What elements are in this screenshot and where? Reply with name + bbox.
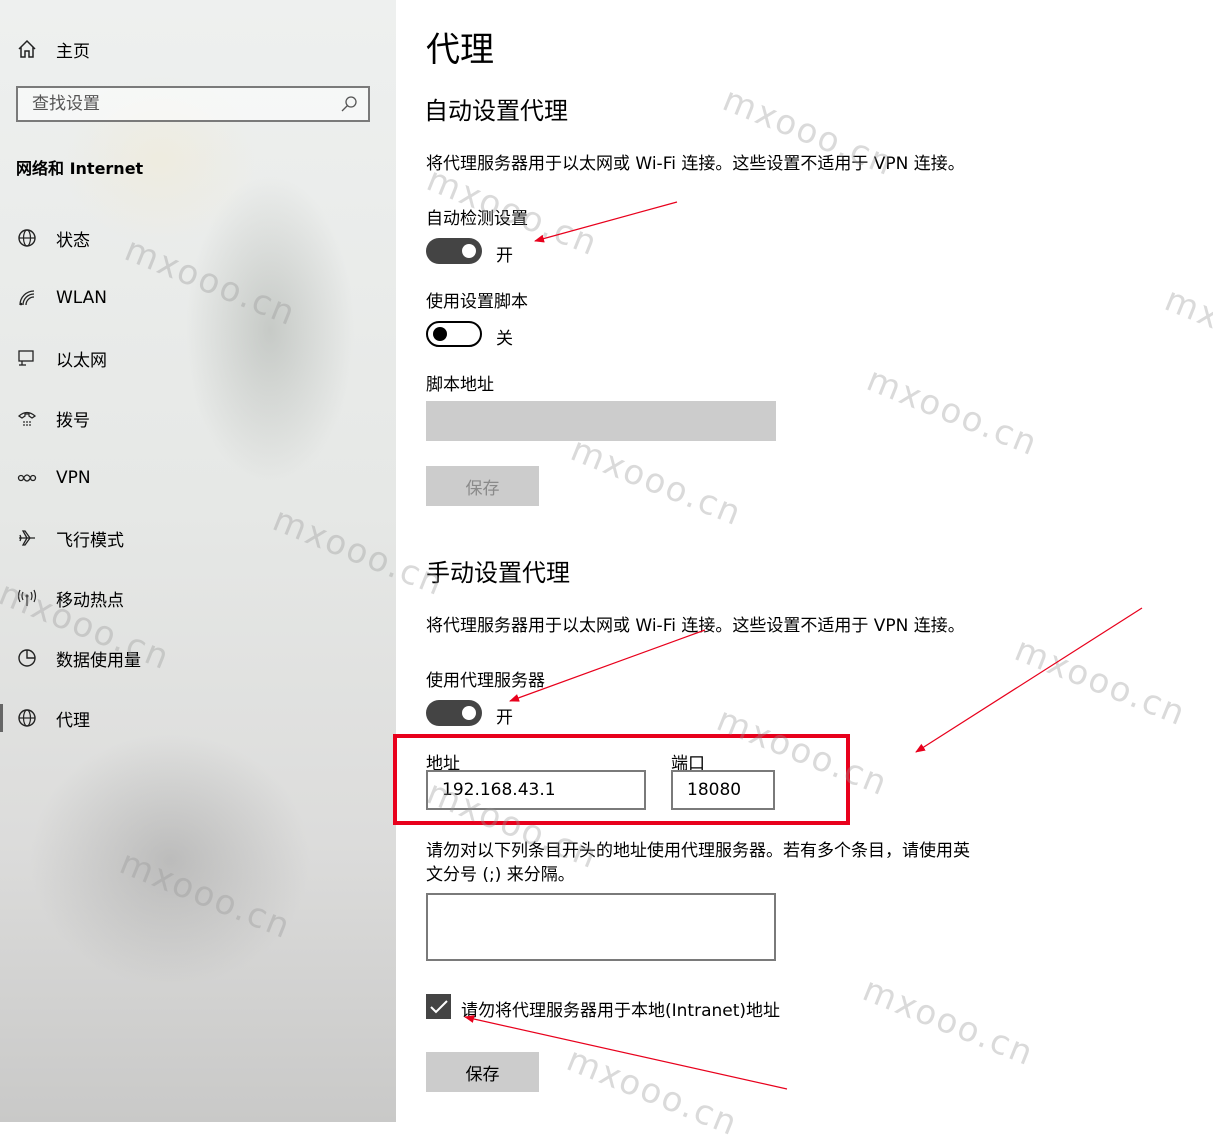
main-content: 代理 自动设置代理 将代理服务器用于以太网或 Wi-Fi 连接。这些设置不适用于… — [393, 0, 1213, 1122]
status-globe-icon — [16, 227, 38, 249]
sidebar-item-airplane[interactable]: 飞行模式 — [0, 518, 396, 558]
setup-script-label: 使用设置脚本 — [426, 292, 528, 312]
exceptions-description-line2: 文分号 (;) 来分隔。 — [426, 865, 575, 885]
home-label: 主页 — [56, 41, 90, 62]
script-address-input[interactable] — [426, 401, 776, 441]
sidebar-item-data-usage[interactable]: 数据使用量 — [0, 638, 396, 678]
sidebar-section-title: 网络和 Internet — [16, 159, 144, 178]
sidebar-item-label: 移动热点 — [56, 590, 124, 611]
sidebar-item-label: 数据使用量 — [56, 650, 141, 671]
exceptions-textarea[interactable] — [426, 893, 776, 961]
wifi-icon — [16, 287, 38, 309]
bypass-local-checkbox[interactable] — [426, 994, 451, 1019]
script-address-label: 脚本地址 — [426, 375, 494, 395]
sidebar-item-label: 以太网 — [56, 350, 107, 371]
sidebar-item-label: 飞行模式 — [56, 530, 124, 551]
auto-detect-state: 开 — [496, 246, 513, 266]
sidebar-item-label: 拨号 — [56, 410, 90, 431]
vpn-icon — [16, 467, 38, 489]
page-title: 代理 — [426, 30, 494, 70]
auto-save-button[interactable]: 保存 — [426, 466, 539, 506]
sidebar-item-label: WLAN — [56, 288, 108, 308]
sidebar: 主页 网络和 Internet 状态 WLAN 以太网 拨号 — [0, 0, 396, 1122]
search-input[interactable] — [18, 88, 332, 120]
sidebar-item-vpn[interactable]: VPN — [0, 458, 396, 498]
sidebar-item-hotspot[interactable]: 移动热点 — [0, 578, 396, 618]
sidebar-item-label: 状态 — [56, 230, 90, 251]
setup-script-state: 关 — [496, 329, 513, 349]
sidebar-item-ethernet[interactable]: 以太网 — [0, 338, 396, 378]
checkmark-icon — [429, 999, 448, 1013]
manual-proxy-heading: 手动设置代理 — [426, 559, 570, 587]
use-proxy-label: 使用代理服务器 — [426, 671, 545, 691]
ethernet-icon — [16, 347, 38, 369]
annotation-highlight-box — [393, 734, 850, 825]
home-icon — [16, 38, 38, 60]
globe-icon — [16, 707, 38, 729]
toggle-knob — [462, 706, 476, 720]
setup-script-toggle[interactable] — [426, 321, 482, 347]
search-box[interactable] — [16, 86, 370, 122]
sidebar-item-proxy[interactable]: 代理 — [0, 698, 396, 738]
nav-home[interactable]: 主页 — [16, 36, 90, 62]
sidebar-item-status[interactable]: 状态 — [0, 218, 396, 258]
toggle-knob — [462, 244, 476, 258]
exceptions-description-line1: 请勿对以下列条目开头的地址使用代理服务器。若有多个条目，请使用英 — [426, 841, 970, 861]
bypass-local-label: 请勿将代理服务器用于本地(Intranet)地址 — [461, 1001, 781, 1021]
data-usage-icon — [16, 647, 38, 669]
auto-proxy-description: 将代理服务器用于以太网或 Wi-Fi 连接。这些设置不适用于 VPN 连接。 — [426, 154, 965, 174]
use-proxy-state: 开 — [496, 708, 513, 728]
dialup-icon — [16, 407, 38, 429]
hotspot-icon — [16, 587, 38, 609]
auto-detect-toggle[interactable] — [426, 238, 482, 264]
sidebar-item-dialup[interactable]: 拨号 — [0, 398, 396, 438]
sidebar-item-label: 代理 — [56, 710, 90, 731]
auto-detect-label: 自动检测设置 — [426, 209, 528, 229]
sidebar-item-wlan[interactable]: WLAN — [0, 278, 396, 318]
search-icon[interactable] — [340, 95, 358, 113]
toggle-knob — [433, 327, 447, 341]
manual-save-button[interactable]: 保存 — [426, 1052, 539, 1092]
use-proxy-toggle[interactable] — [426, 700, 482, 726]
manual-proxy-description: 将代理服务器用于以太网或 Wi-Fi 连接。这些设置不适用于 VPN 连接。 — [426, 616, 965, 636]
auto-proxy-heading: 自动设置代理 — [424, 97, 568, 125]
sidebar-item-label: VPN — [56, 468, 91, 488]
airplane-icon — [16, 527, 38, 549]
